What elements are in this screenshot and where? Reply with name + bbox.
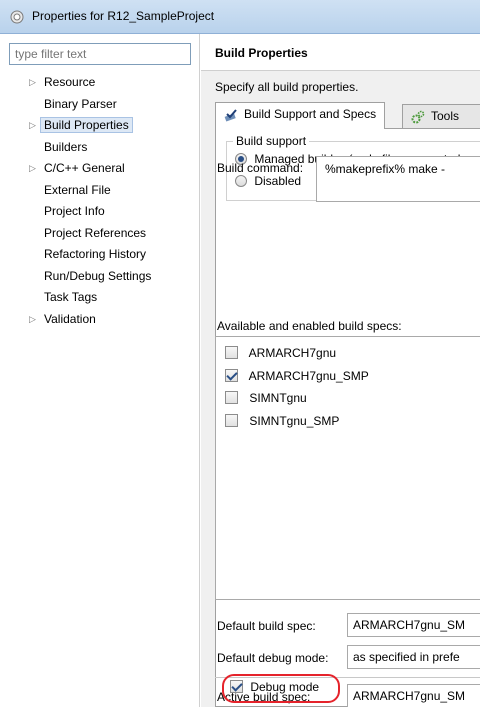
- tree-item-label: Run/Debug Settings: [44, 268, 152, 283]
- property-tree: ▷ Resource Binary Parser ▷ Build Propert…: [0, 72, 200, 330]
- tab-tools[interactable]: Tools: [402, 104, 480, 128]
- tree-item-label: Resource: [44, 75, 96, 89]
- build-spec-label: SIMNTgnu_SMP: [249, 414, 340, 428]
- tree-item-label: Refactoring History: [44, 247, 147, 261]
- tree-item-label: Project Info: [44, 204, 105, 218]
- build-command-field[interactable]: %makeprefix% make -: [316, 156, 480, 202]
- build-spec-checkbox[interactable]: [225, 391, 238, 404]
- property-tree-pane: ▷ Resource Binary Parser ▷ Build Propert…: [0, 34, 200, 707]
- build-spec-label: SIMNTgnu: [249, 391, 307, 405]
- expand-arrow-icon[interactable]: ▷: [29, 158, 36, 179]
- group-title: Build support: [233, 134, 310, 148]
- page-description: Specify all build properties.: [215, 80, 359, 94]
- window-title: Properties for R12_SampleProject: [32, 9, 215, 23]
- page-title: Build Properties: [215, 46, 308, 60]
- tree-item-label: Validation: [44, 311, 96, 326]
- build-specs-list: ARMARCH7gnu ARMARCH7gnu_SMP SIMNTgnu SIM…: [215, 336, 480, 600]
- tree-item-resource[interactable]: ▷ Resource: [0, 72, 200, 94]
- default-debug-mode-label: Default debug mode:: [217, 651, 329, 665]
- default-build-spec-label: Default build spec:: [217, 619, 316, 633]
- tree-item-label: C/C++ General: [44, 161, 125, 175]
- build-command-label: Build command:: [217, 161, 304, 175]
- separator: [215, 677, 480, 678]
- tree-item-external-file[interactable]: External File: [0, 180, 200, 202]
- tree-item-builders[interactable]: Builders: [0, 137, 200, 159]
- debug-mode-option[interactable]: Debug mode: [230, 680, 319, 694]
- tools-gear-icon: [411, 110, 425, 124]
- tree-item-label: Binary Parser: [44, 96, 117, 111]
- active-build-spec-combo[interactable]: ARMARCH7gnu_SM: [347, 684, 480, 707]
- tree-item-label: External File: [44, 182, 111, 197]
- tree-item-binary-parser[interactable]: Binary Parser: [0, 94, 200, 116]
- tree-item-label: Project References: [44, 225, 147, 240]
- page-header: Build Properties: [201, 34, 480, 71]
- tree-item-label: Task Tags: [44, 290, 98, 304]
- build-spec-item[interactable]: SIMNTgnu: [225, 389, 307, 407]
- eclipse-gear-icon: [10, 10, 24, 24]
- build-spec-item[interactable]: SIMNTgnu_SMP: [225, 412, 339, 430]
- tab-label: Tools: [431, 109, 460, 123]
- tree-item-label: Builders: [44, 139, 88, 154]
- tab-bar: Build Support and Specs Tools: [215, 102, 480, 129]
- build-spec-label: ARMARCH7gnu_SMP: [248, 369, 369, 383]
- build-spec-checkbox[interactable]: [225, 414, 238, 427]
- tree-item-task-tags[interactable]: Task Tags: [0, 287, 200, 309]
- debug-mode-checkbox[interactable]: [230, 680, 243, 693]
- disabled-radio-row[interactable]: Disabled: [235, 174, 301, 188]
- disabled-radio[interactable]: [235, 175, 247, 187]
- build-spec-label: ARMARCH7gnu: [248, 346, 337, 360]
- expand-arrow-icon[interactable]: ▷: [29, 115, 36, 136]
- tree-item-label: Build Properties: [40, 117, 133, 133]
- build-spec-item[interactable]: ARMARCH7gnu: [225, 344, 336, 362]
- tree-item-cpp-general[interactable]: ▷ C/C++ General: [0, 158, 200, 180]
- tree-item-project-references[interactable]: Project References: [0, 223, 200, 245]
- expand-arrow-icon[interactable]: ▷: [29, 309, 36, 330]
- build-spec-item[interactable]: ARMARCH7gnu_SMP: [225, 367, 369, 385]
- disabled-label: Disabled: [254, 174, 302, 188]
- tree-item-run-debug-settings[interactable]: Run/Debug Settings: [0, 266, 200, 288]
- build-spec-checkbox[interactable]: [225, 346, 238, 359]
- debug-mode-label: Debug mode: [250, 680, 320, 694]
- default-build-spec-combo[interactable]: ARMARCH7gnu_SM: [347, 613, 480, 637]
- build-properties-page: Build Properties Specify all build prope…: [201, 34, 480, 707]
- build-specs-label: Available and enabled build specs:: [217, 319, 402, 333]
- expand-arrow-icon[interactable]: ▷: [29, 72, 36, 93]
- tree-item-project-info[interactable]: Project Info: [0, 201, 200, 223]
- tree-item-validation[interactable]: ▷ Validation: [0, 309, 200, 331]
- tab-build-support-and-specs[interactable]: Build Support and Specs: [215, 102, 386, 129]
- build-check-icon: [224, 109, 237, 122]
- build-spec-checkbox[interactable]: [225, 369, 238, 382]
- filter-input[interactable]: [9, 43, 191, 65]
- tree-item-build-properties[interactable]: ▷ Build Properties: [0, 115, 200, 137]
- tab-label: Build Support and Specs: [244, 107, 377, 121]
- tree-item-refactoring-history[interactable]: Refactoring History: [0, 244, 200, 266]
- title-bar: Properties for R12_SampleProject: [0, 0, 480, 34]
- default-debug-mode-combo[interactable]: as specified in prefe: [347, 645, 480, 669]
